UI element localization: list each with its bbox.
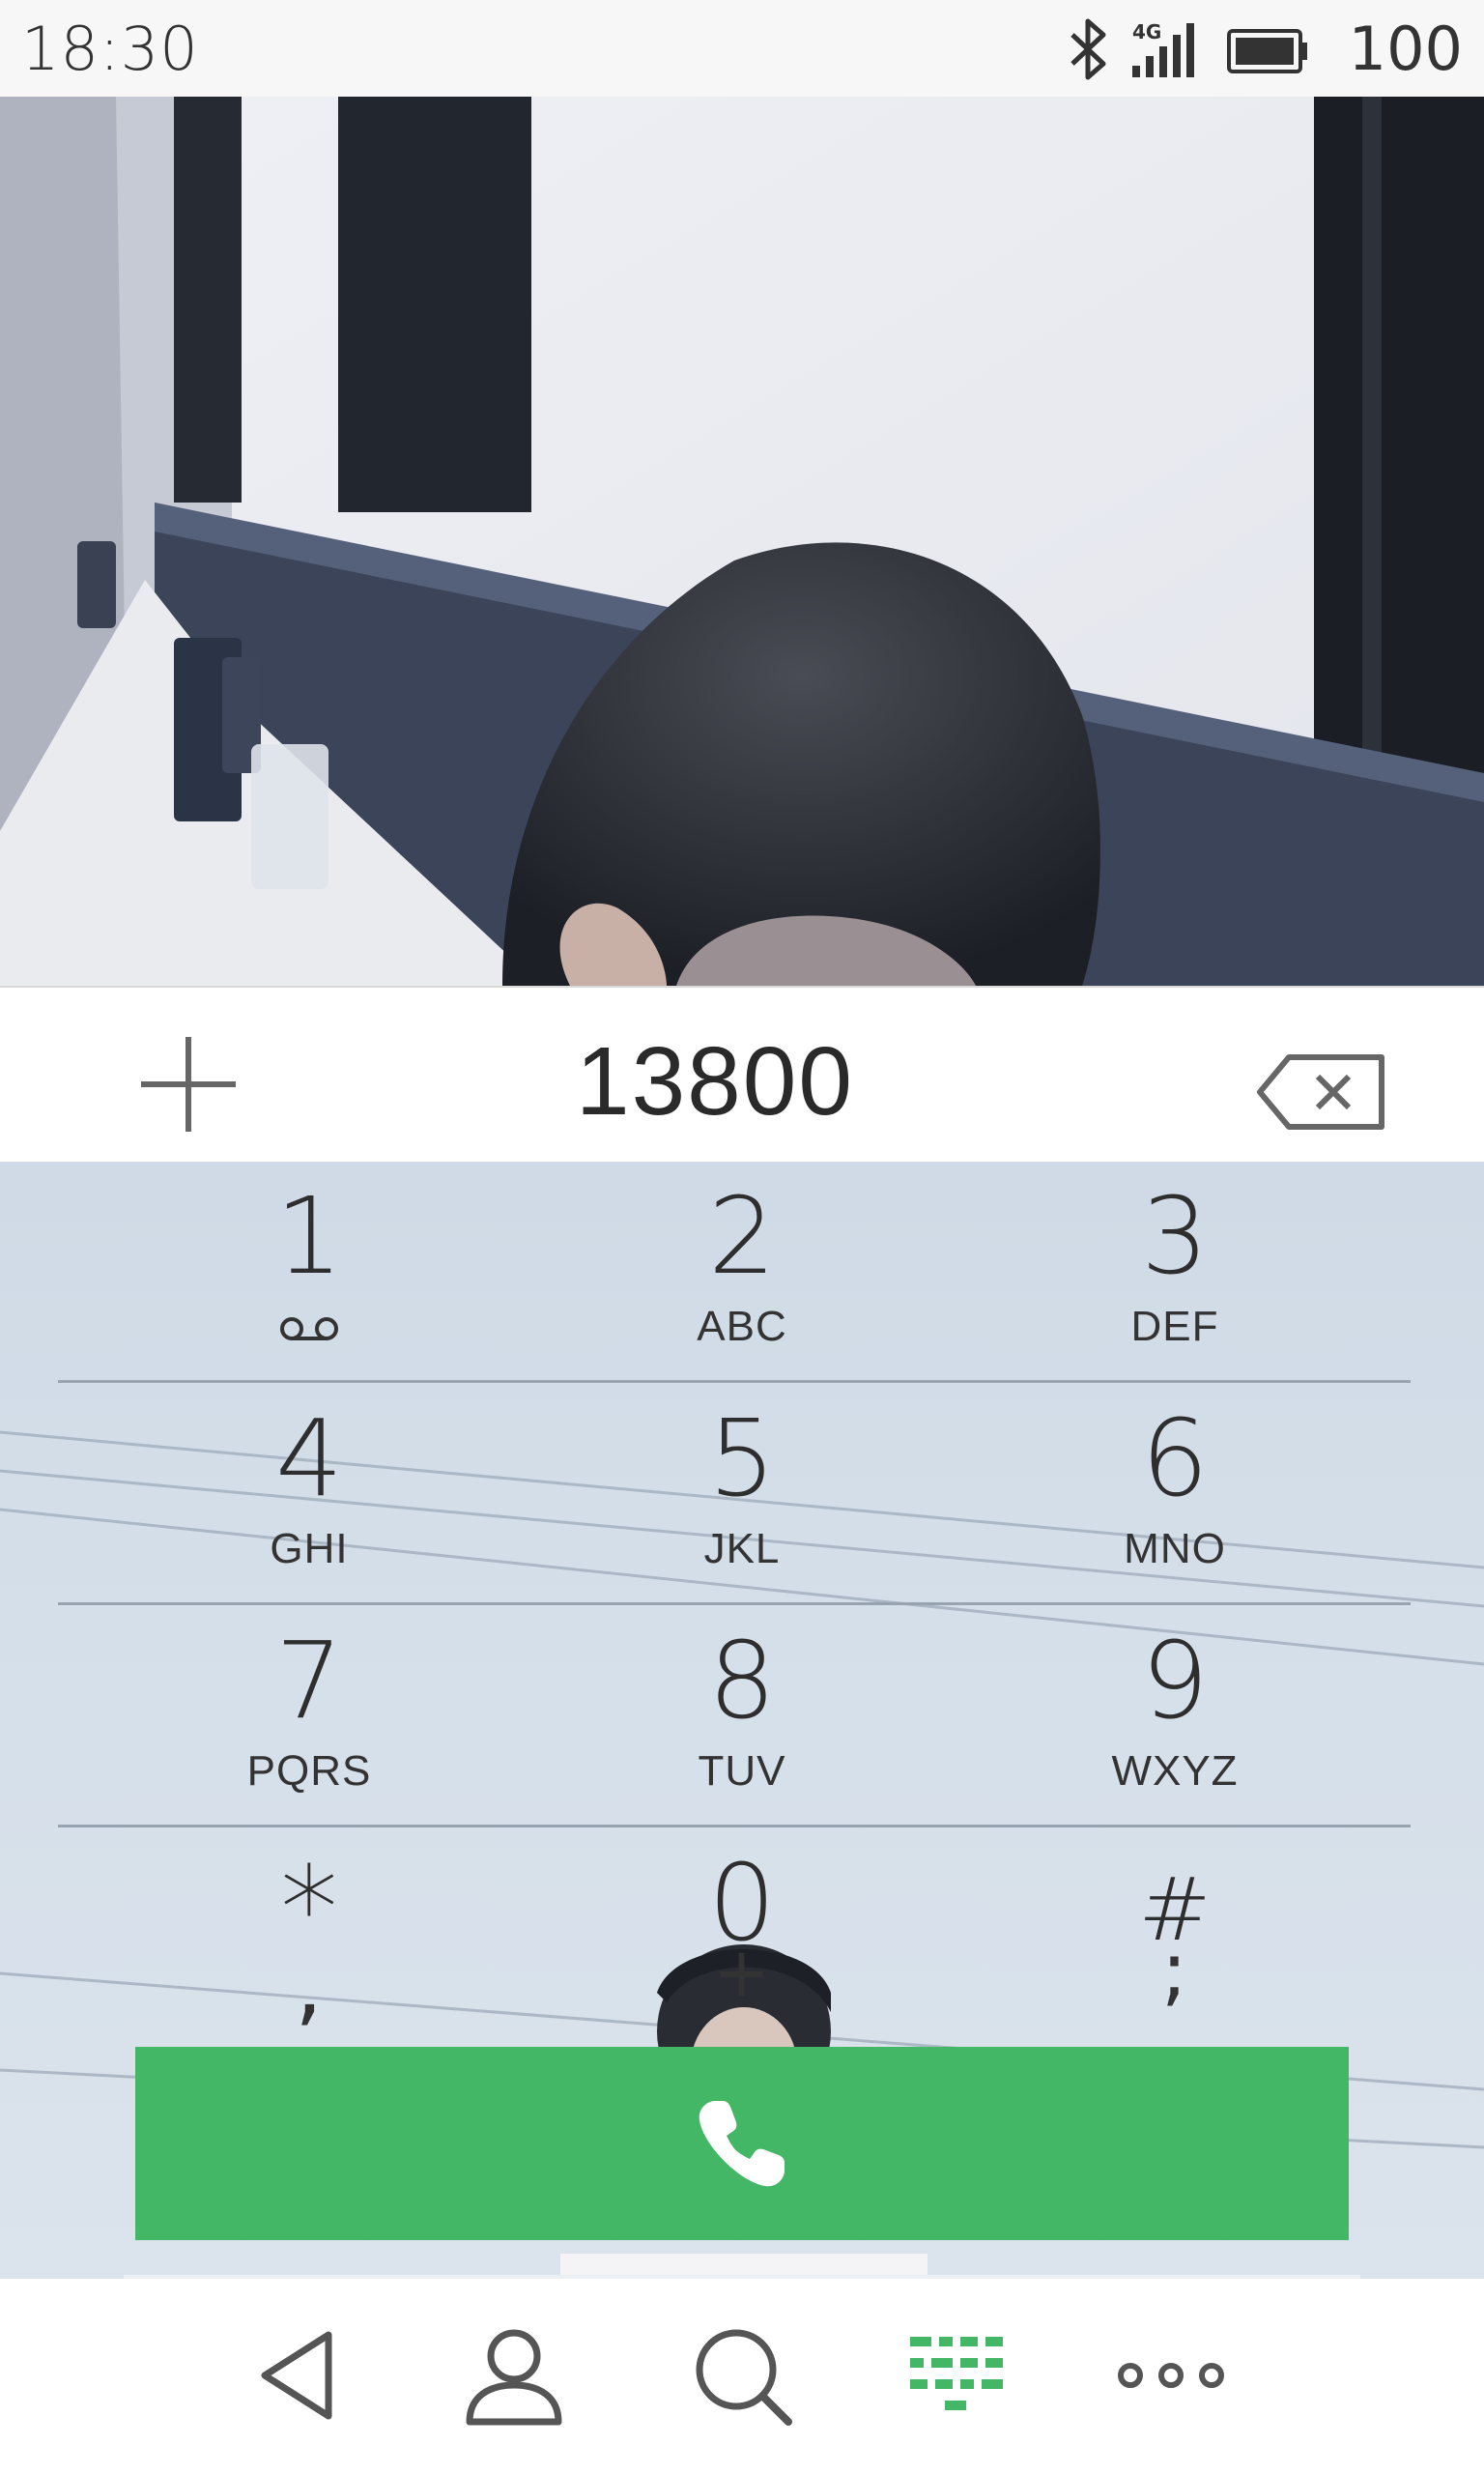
key-9[interactable]: 9 WXYZ xyxy=(982,1606,1368,1819)
keypad-divider xyxy=(58,1380,1411,1383)
status-bar: 18:30 4G 100 xyxy=(0,0,1484,97)
battery-icon xyxy=(1227,29,1307,73)
key-digit: 5 xyxy=(708,1396,776,1520)
key-letters: MNO xyxy=(1124,1525,1226,1572)
battery-level: 100 xyxy=(1348,14,1463,84)
key-digit: 6 xyxy=(1141,1396,1209,1520)
keypad-divider xyxy=(58,1825,1411,1827)
nav-back-button[interactable] xyxy=(243,2317,359,2433)
key-letters: GHI xyxy=(270,1525,349,1572)
key-0[interactable]: 0 + xyxy=(549,1828,935,2041)
phone-icon xyxy=(699,2101,785,2187)
key-letters: DEF xyxy=(1130,1303,1219,1350)
dialpad-icon xyxy=(910,2337,1003,2410)
key-digit: 8 xyxy=(708,1619,776,1742)
key-5[interactable]: 5 JKL xyxy=(549,1384,935,1597)
key-digit: 9 xyxy=(1141,1619,1209,1742)
nav-divider xyxy=(124,2275,1360,2279)
back-triangle-icon xyxy=(261,2331,332,2420)
more-dots-icon xyxy=(1118,2363,1224,2388)
key-letters: ; xyxy=(1161,1925,1188,2015)
key-2[interactable]: 2 ABC xyxy=(549,1162,935,1374)
plus-icon xyxy=(141,1037,236,1132)
status-time: 18:30 xyxy=(21,14,199,84)
key-1[interactable]: 1 xyxy=(116,1162,502,1374)
number-entry-row: 13800 xyxy=(0,986,1484,1164)
backspace-button[interactable] xyxy=(1256,1053,1387,1131)
search-icon xyxy=(696,2329,792,2426)
key-letters: WXYZ xyxy=(1111,1747,1239,1795)
nav-contacts-button[interactable] xyxy=(456,2317,572,2433)
nav-search-button[interactable] xyxy=(684,2317,800,2433)
key-letters: JKL xyxy=(703,1525,781,1572)
backspace-icon xyxy=(1257,1054,1384,1130)
key-letters: + xyxy=(713,1933,771,2012)
key-letters: ABC xyxy=(697,1303,787,1350)
nav-dialpad-button[interactable] xyxy=(899,2317,1014,2433)
key-digit: 4 xyxy=(275,1396,343,1520)
contacts-person-icon xyxy=(466,2329,562,2426)
signal-4g-icon: 4G xyxy=(1132,20,1194,77)
key-digit: 7 xyxy=(275,1619,343,1742)
voicemail-icon xyxy=(280,1317,338,1340)
nav-more-button[interactable] xyxy=(1113,2317,1229,2433)
key-7[interactable]: 7 PQRS xyxy=(116,1606,502,1819)
key-digit: 1 xyxy=(275,1174,343,1298)
key-digit: 2 xyxy=(708,1174,776,1298)
svg-text:4G: 4G xyxy=(1132,20,1161,43)
key-digit: 3 xyxy=(1141,1174,1209,1298)
key-star[interactable]: * , xyxy=(116,1828,502,2041)
key-hash[interactable]: # ; xyxy=(982,1828,1368,2041)
wallpaper-image xyxy=(0,97,1484,986)
contact-wallpaper-photo xyxy=(0,97,1484,986)
key-letters: , xyxy=(295,1935,324,2036)
key-8[interactable]: 8 TUV xyxy=(549,1606,935,1819)
key-4[interactable]: 4 GHI xyxy=(116,1384,502,1597)
bluetooth-icon xyxy=(1070,18,1106,80)
keypad-divider xyxy=(58,1602,1411,1605)
call-button[interactable] xyxy=(135,2047,1349,2240)
status-icons: 4G 100 xyxy=(1057,14,1463,85)
add-contact-button[interactable] xyxy=(135,1031,242,1137)
key-6[interactable]: 6 MNO xyxy=(982,1384,1368,1597)
key-letters: TUV xyxy=(698,1747,786,1795)
key-letters: PQRS xyxy=(246,1747,372,1795)
dialed-number-display[interactable]: 13800 xyxy=(444,1026,985,1137)
bottom-navigation xyxy=(0,2275,1484,2474)
key-3[interactable]: 3 DEF xyxy=(982,1162,1368,1374)
